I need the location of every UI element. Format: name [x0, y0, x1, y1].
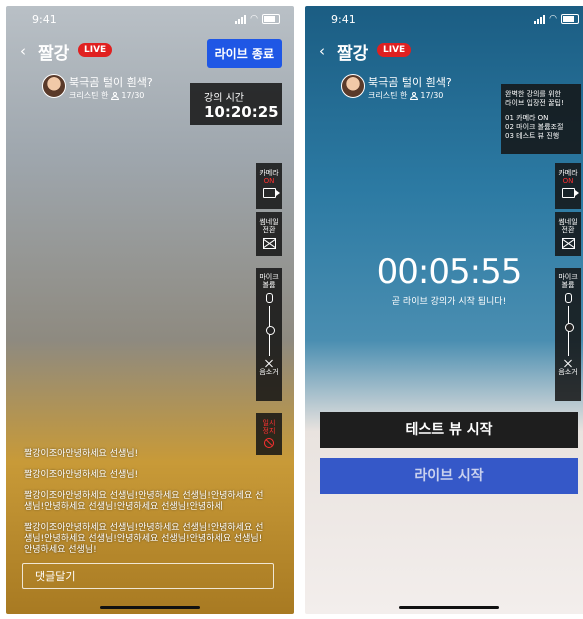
live-badge: LIVE — [78, 43, 113, 57]
instructor-name: 크리스틴 한 — [69, 91, 109, 100]
camera-icon — [262, 188, 280, 198]
status-time: 9:41 — [32, 13, 57, 26]
microphone-icon — [265, 293, 273, 303]
thumbnail-label: 썸네일 — [259, 218, 279, 226]
thumbnail-toggle[interactable]: 썸네일 전환 — [256, 212, 282, 256]
live-screen: 9:41 ◠ ‹ 짤강 LIVE 북극곰 털이 흰색? 크리스틴 한 17/30… — [6, 6, 294, 614]
live-badge: LIVE — [377, 43, 412, 57]
end-live-button[interactable]: 라이브 종료 — [206, 39, 282, 68]
camera-state: ON — [263, 177, 275, 185]
thumbnail-toggle[interactable]: 썸네일 전환 — [555, 212, 581, 256]
test-view-button[interactable]: 테스트 뷰 시작 — [320, 412, 578, 448]
home-indicator — [399, 606, 499, 609]
lecture-meta: 크리스틴 한 17/30 — [69, 90, 144, 101]
person-icon — [111, 91, 120, 100]
timer-value: 10:20:25 — [204, 103, 279, 121]
mute-icon[interactable] — [264, 359, 274, 368]
camera-toggle[interactable]: 카메라 ON — [555, 163, 581, 209]
tips-subtitle: 라이브 입장전 꿀팁! — [505, 99, 564, 107]
slider-knob[interactable] — [564, 323, 574, 332]
tip-item: 02 마이크 볼륨조절 — [505, 123, 564, 131]
viewer-count: 17/30 — [121, 91, 145, 100]
chat-message: 짤강이조아안녕하세요 선생님! — [24, 449, 139, 459]
thumbnail-label: 썸네일 — [558, 218, 578, 226]
chat-message: 짤강이조아안녕하세요 선생님!안녕하세요 선생님!안녕하세요 선생님!안녕하세요… — [24, 523, 264, 555]
instructor-name: 크리스틴 한 — [368, 91, 408, 100]
status-bar: 9:41 ◠ — [6, 6, 294, 32]
status-time: 9:41 — [331, 13, 356, 26]
pause-label: 일시 — [262, 419, 276, 427]
status-bar: 9:41 ◠ — [305, 6, 583, 32]
back-icon[interactable]: ‹ — [20, 42, 26, 60]
pre-live-tips: 완벽한 강의를 위한 라이브 입장전 꿀팁! 01 카메라 ON 02 마이크 … — [501, 84, 581, 154]
mute-label: 음소거 — [558, 368, 578, 376]
comment-input[interactable]: 댓글달기 — [22, 563, 274, 589]
mic-volume-slider[interactable] — [564, 306, 574, 356]
wifi-icon: ◠ — [250, 14, 258, 24]
wifi-icon: ◠ — [549, 14, 557, 24]
tip-item: 03 테스트 뷰 진행 — [505, 132, 560, 140]
pre-live-screen: 9:41 ◠ ‹ 짤강 LIVE 북극곰 털이 흰색? 크리스틴 한 17/30… — [305, 6, 583, 614]
mic-label: 마이크 — [259, 273, 279, 281]
instructor-avatar — [341, 74, 365, 98]
camera-label: 카메라 — [259, 169, 279, 177]
signal-icon — [235, 14, 247, 24]
start-notice: 곧 라이브 강의가 시작 됩니다! — [391, 297, 507, 307]
back-icon[interactable]: ‹ — [319, 42, 325, 60]
lecture-timer: 강의 시간 10:20:25 — [190, 83, 282, 125]
home-indicator — [100, 606, 200, 609]
mute-label: 음소거 — [259, 368, 279, 376]
signal-icon — [534, 14, 546, 24]
app-logo: 짤강 — [38, 44, 70, 64]
image-off-icon — [262, 238, 276, 249]
timer-label: 강의 시간 — [204, 93, 244, 104]
thumbnail-label-2: 전환 — [262, 226, 276, 234]
viewer-count: 17/30 — [420, 91, 444, 100]
thumbnail-label-2: 전환 — [561, 226, 575, 234]
mic-volume-slider[interactable] — [265, 306, 275, 356]
image-off-icon — [561, 238, 575, 249]
volume-label: 볼륨 — [262, 281, 276, 289]
chat-message: 짤강이조아안녕하세요 선생님!안녕하세요 선생님!안녕하세요 선생님!안녕하세요… — [24, 491, 264, 512]
start-live-button[interactable]: 라이브 시작 — [320, 458, 578, 494]
chat-message: 짤강이조아안녕하세요 선생님! — [24, 470, 139, 480]
lecture-meta: 크리스틴 한 17/30 — [368, 90, 443, 101]
camera-label: 카메라 — [558, 169, 578, 177]
person-icon — [410, 91, 419, 100]
lecture-title: 북극곰 털이 흰색? — [368, 76, 452, 89]
tips-title: 완벽한 강의를 위한 — [505, 90, 561, 98]
slider-knob[interactable] — [265, 325, 275, 335]
lecture-title: 북극곰 털이 흰색? — [69, 76, 153, 89]
countdown-timer: 00:05:55 — [376, 252, 523, 292]
app-logo: 짤강 — [337, 44, 369, 64]
camera-state: ON — [562, 177, 574, 185]
battery-icon — [561, 14, 579, 24]
battery-icon — [262, 14, 280, 24]
camera-icon — [561, 188, 579, 198]
instructor-avatar — [42, 74, 66, 98]
pause-label-2: 정지 — [262, 427, 276, 435]
stop-icon — [264, 438, 274, 448]
camera-toggle[interactable]: 카메라 ON — [256, 163, 282, 209]
mic-volume-panel: 마이크 볼륨 음소거 — [256, 268, 282, 401]
tip-item: 01 카메라 ON — [505, 114, 549, 122]
mute-icon[interactable] — [563, 359, 573, 368]
